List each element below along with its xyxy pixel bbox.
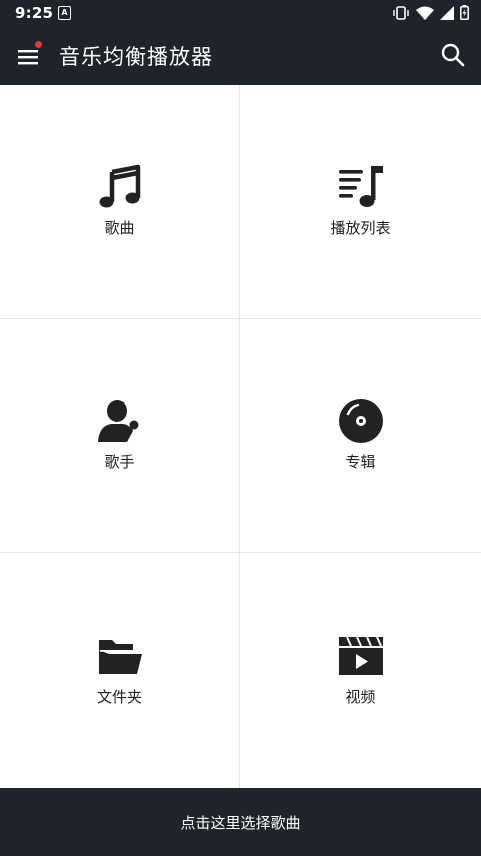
select-song-prompt: 点击这里选择歌曲 (180, 813, 301, 832)
app-title: 音乐均衡播放器 (59, 45, 213, 69)
grid-item-albums[interactable]: 专辑 (240, 319, 481, 553)
playlist-icon (337, 163, 385, 211)
status-bar: 9:25 A (0, 0, 481, 26)
grid-item-label: 专辑 (345, 453, 376, 471)
now-playing-bar[interactable]: 点击这里选择歌曲 (0, 788, 481, 856)
grid-item-playlist[interactable]: 播放列表 (240, 85, 481, 319)
app-bar: 音乐均衡播放器 (0, 26, 481, 85)
status-time: 9:25 (15, 4, 54, 22)
grid-item-videos[interactable]: 视频 (240, 553, 481, 788)
search-button[interactable] (439, 41, 467, 69)
grid-item-folders[interactable]: 文件夹 (0, 553, 240, 788)
music-note-icon (96, 163, 144, 211)
grid-item-songs[interactable]: 歌曲 (0, 85, 240, 319)
video-icon (337, 632, 385, 680)
battery-icon (460, 5, 469, 20)
notification-badge (35, 41, 42, 48)
disc-icon (337, 397, 385, 445)
grid-item-label: 文件夹 (96, 688, 142, 706)
notification-icon: A (58, 6, 71, 20)
grid-item-label: 歌曲 (104, 219, 135, 237)
folder-icon (96, 632, 144, 680)
search-icon (441, 43, 465, 67)
grid-item-label: 播放列表 (330, 219, 391, 237)
status-icons (392, 5, 469, 20)
category-grid: 歌曲 播放列表 歌手 专辑 文件夹 视频 (0, 85, 481, 788)
grid-item-label: 歌手 (104, 453, 135, 471)
wifi-icon (416, 6, 434, 20)
grid-item-label: 视频 (345, 688, 376, 706)
signal-icon (440, 5, 454, 20)
vibrate-icon (393, 5, 409, 20)
menu-button[interactable] (14, 41, 44, 71)
grid-item-artists[interactable]: 歌手 (0, 319, 240, 553)
singer-icon (96, 397, 144, 445)
